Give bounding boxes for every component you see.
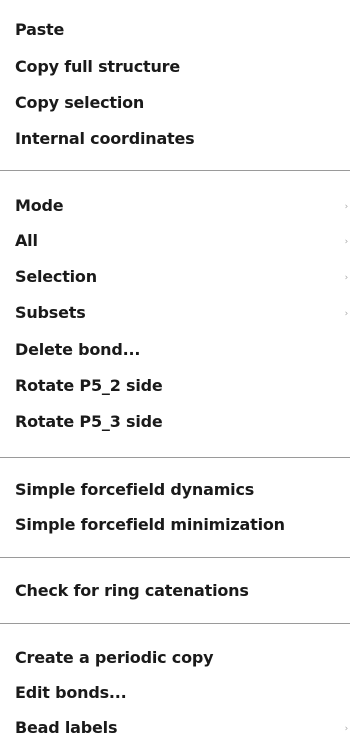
menu-item-check-ring-catenations[interactable]: Check for ring catenations [0, 575, 350, 607]
menu-item-label: Create a periodic copy [15, 648, 214, 667]
menu-item-label: Simple forcefield dynamics [15, 480, 255, 499]
menu-item-label: Paste [15, 20, 65, 39]
menu-item-rotate-p5-2-side[interactable]: Rotate P5_2 side [0, 370, 350, 402]
menu-separator [0, 457, 350, 458]
submenu-arrow-icon: › [344, 237, 349, 247]
menu-item-subsets[interactable]: Subsets › [0, 297, 350, 329]
menu-item-label: Internal coordinates [15, 129, 195, 148]
menu-item-label: Subsets [15, 303, 86, 322]
menu-item-label: Delete bond... [15, 340, 141, 359]
menu-separator [0, 170, 350, 171]
menu-item-label: Rotate P5_2 side [15, 376, 163, 395]
menu-item-copy-full-structure[interactable]: Copy full structure [0, 51, 350, 83]
menu-item-selection[interactable]: Selection › [0, 261, 350, 293]
menu-item-edit-bonds[interactable]: Edit bonds... [0, 677, 350, 709]
menu-item-rotate-p5-3-side[interactable]: Rotate P5_3 side [0, 406, 350, 438]
menu-item-internal-coordinates[interactable]: Internal coordinates [0, 123, 350, 155]
submenu-arrow-icon: › [344, 309, 349, 319]
menu-item-label: Rotate P5_3 side [15, 412, 163, 431]
menu-separator [0, 557, 350, 558]
menu-item-delete-bond[interactable]: Delete bond... [0, 334, 350, 366]
menu-separator [0, 623, 350, 624]
menu-item-label: Bead labels [15, 718, 118, 737]
menu-item-paste[interactable]: Paste [0, 14, 350, 46]
menu-item-label: All [15, 231, 38, 250]
menu-item-simple-forcefield-dynamics[interactable]: Simple forcefield dynamics [0, 474, 350, 506]
menu-item-label: Simple forcefield minimization [15, 515, 285, 534]
menu-item-label: Edit bonds... [15, 683, 127, 702]
submenu-arrow-icon: › [344, 202, 349, 212]
menu-item-simple-forcefield-minimization[interactable]: Simple forcefield minimization [0, 509, 350, 541]
submenu-arrow-icon: › [344, 724, 349, 734]
menu-item-label: Selection [15, 267, 97, 286]
menu-item-copy-selection[interactable]: Copy selection [0, 87, 350, 119]
menu-item-label: Check for ring catenations [15, 581, 249, 600]
menu-item-label: Copy full structure [15, 57, 180, 76]
context-menu: Paste Copy full structure Copy selection… [0, 0, 350, 738]
menu-item-bead-labels[interactable]: Bead labels › [0, 712, 350, 738]
menu-item-label: Copy selection [15, 93, 145, 112]
menu-item-mode[interactable]: Mode › [0, 190, 350, 222]
menu-item-label: Mode [15, 196, 64, 215]
submenu-arrow-icon: › [344, 273, 349, 283]
menu-item-all[interactable]: All › [0, 225, 350, 257]
menu-item-create-periodic-copy[interactable]: Create a periodic copy [0, 642, 350, 674]
